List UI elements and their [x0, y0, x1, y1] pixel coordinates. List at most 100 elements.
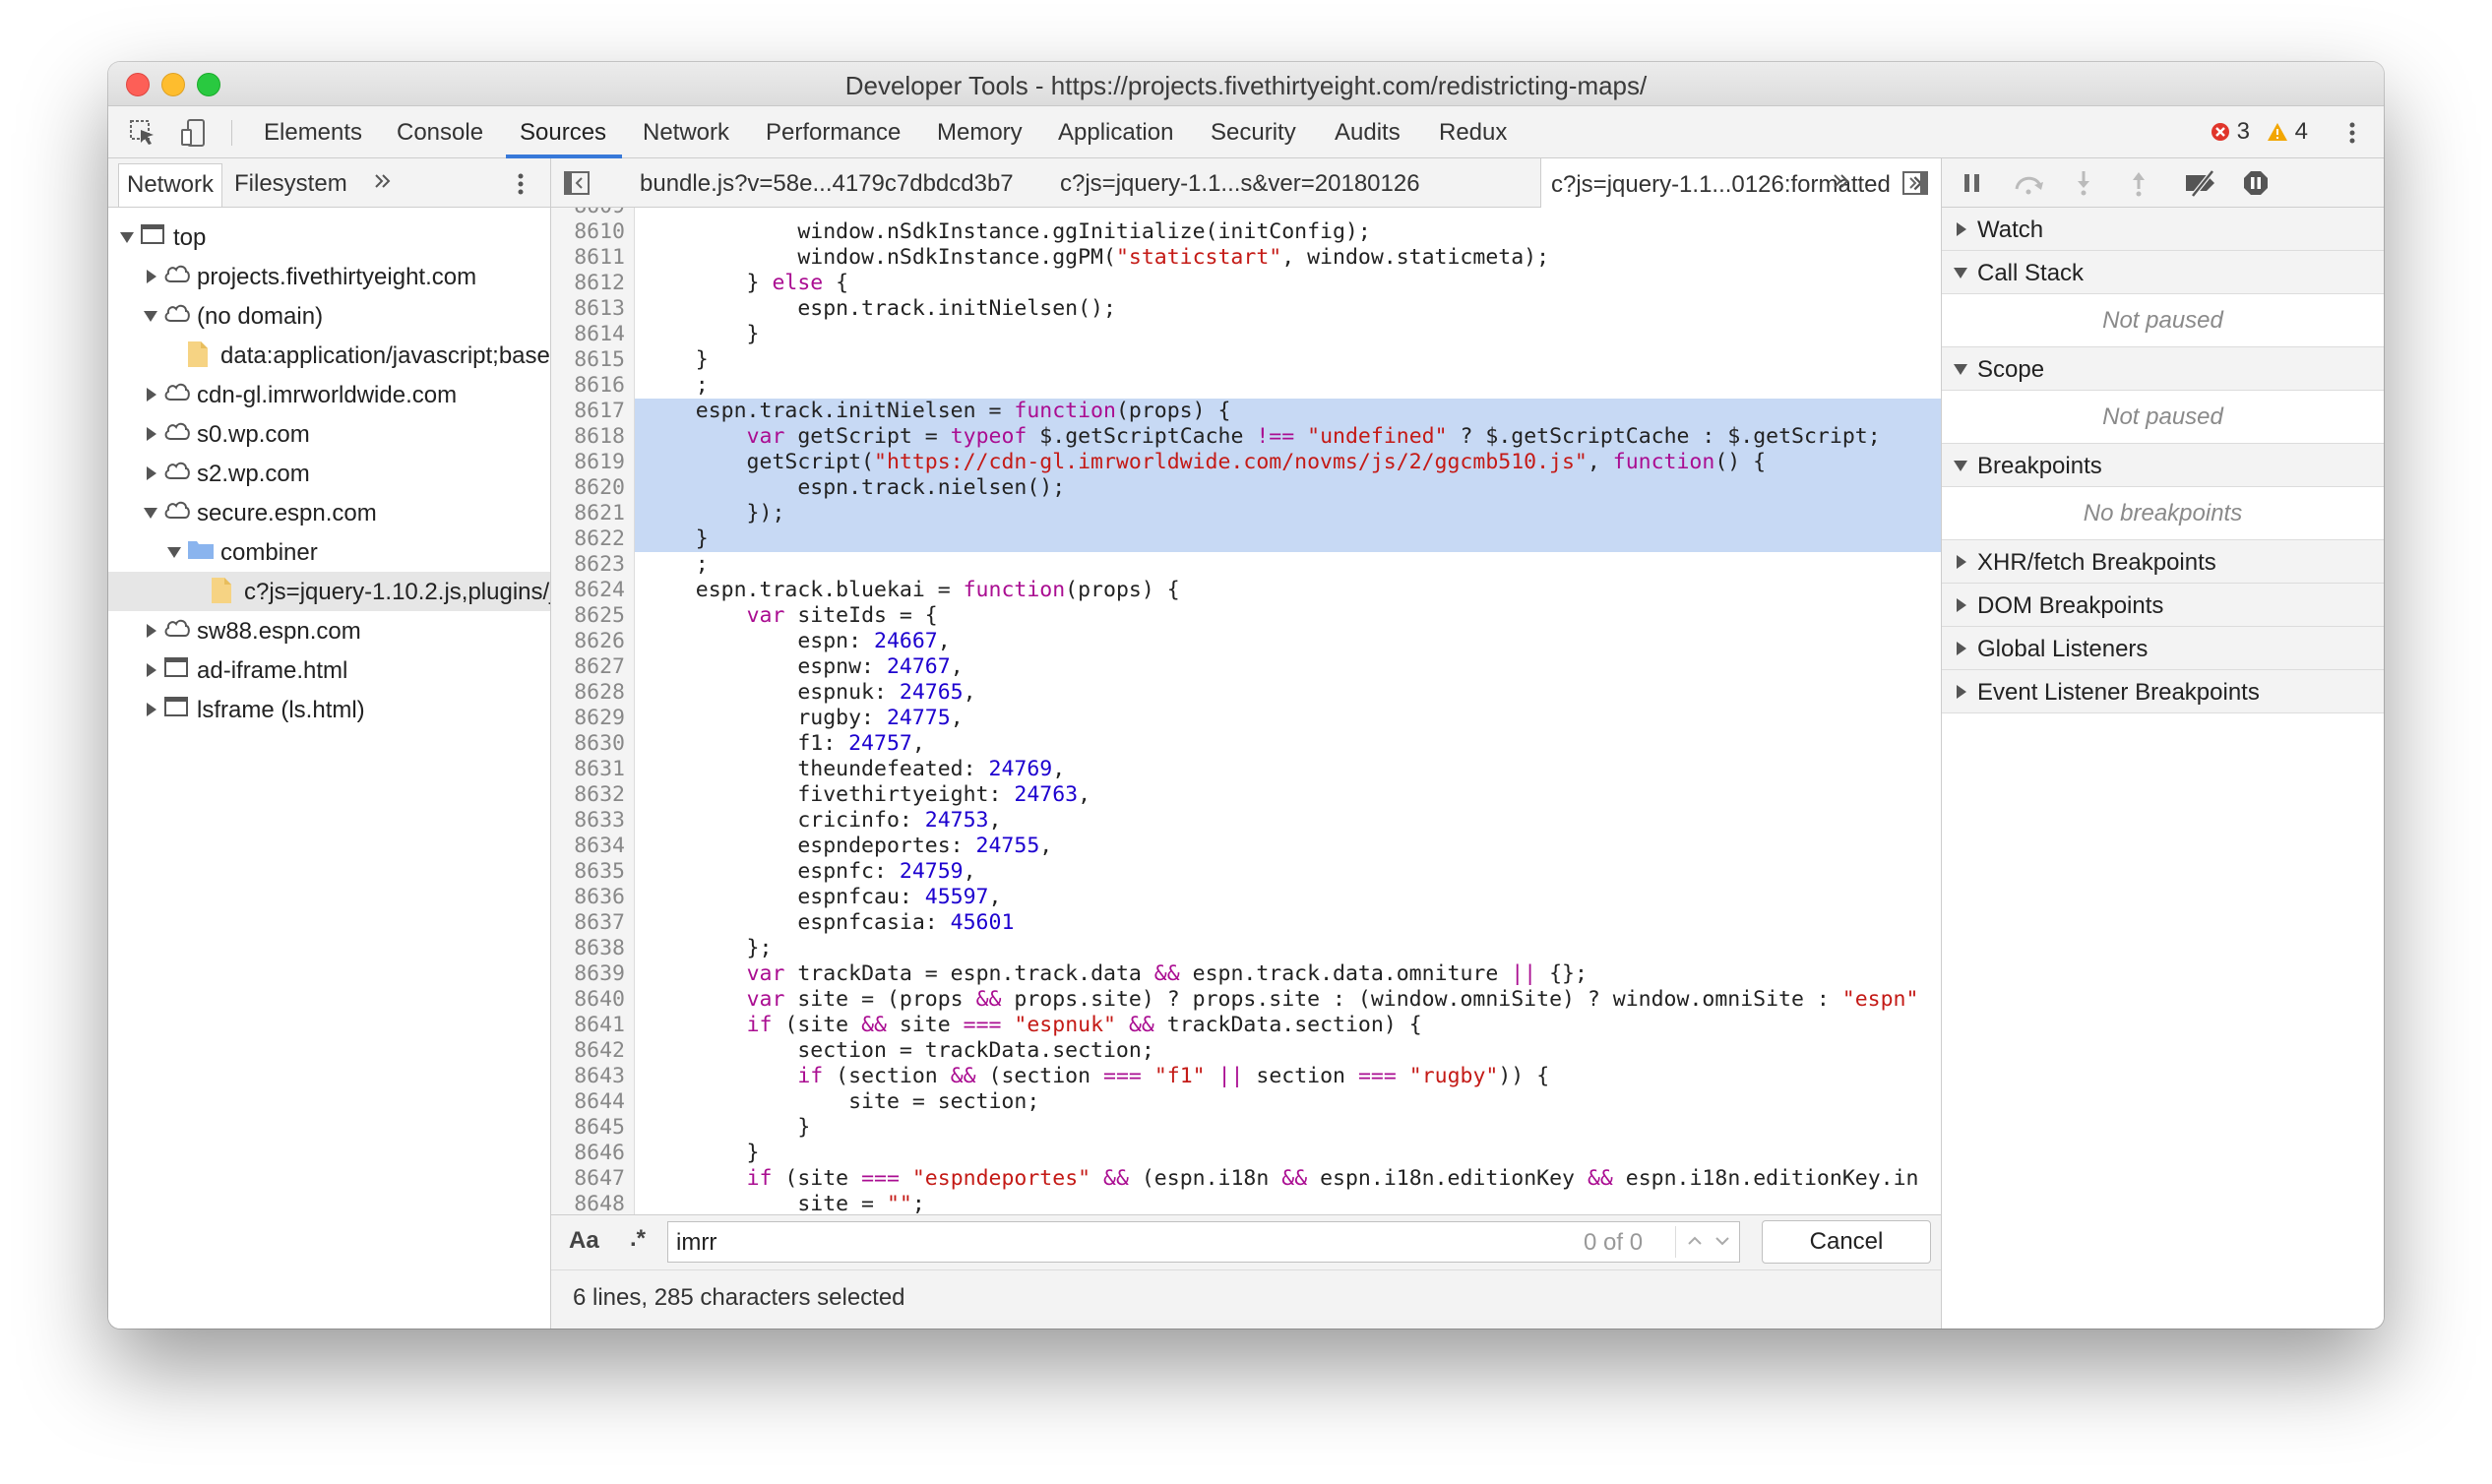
editor-tab-jquery-formatted[interactable]: c?js=jquery-1.1...0126:formatted ✕	[1540, 158, 1942, 208]
code-line[interactable]: 8636 espnfcau: 45597,	[551, 885, 1941, 910]
code-editor[interactable]: 8609 8610 window.nSdkInstance.ggInitiali…	[551, 208, 1941, 1214]
section-header[interactable]: Event Listener Breakpoints	[1942, 670, 2384, 713]
line-number[interactable]: 8623	[551, 552, 625, 578]
tab-elements[interactable]: Elements	[264, 119, 362, 147]
tree-item[interactable]: (no domain)	[108, 296, 550, 336]
code-line[interactable]: 8613 espn.track.initNielsen();	[551, 296, 1941, 322]
triangle-down-icon[interactable]	[142, 493, 161, 532]
section-header[interactable]: XHR/fetch Breakpoints	[1942, 540, 2384, 584]
line-number[interactable]: 8647	[551, 1166, 625, 1192]
tree-item[interactable]: s2.wp.com	[108, 454, 550, 493]
code-line[interactable]: 8631 theundefeated: 24769,	[551, 757, 1941, 782]
code-line[interactable]: 8626 espn: 24667,	[551, 629, 1941, 654]
line-number[interactable]: 8612	[551, 271, 625, 296]
error-counter[interactable]: 3	[2211, 118, 2250, 146]
tree-item[interactable]: lsframe (ls.html)	[108, 690, 550, 729]
editor-tab-jquery[interactable]: c?js=jquery-1.1...s&ver=20180126	[1060, 170, 1420, 198]
more-tabs-icon[interactable]	[372, 170, 394, 197]
tab-audits[interactable]: Audits	[1335, 119, 1401, 147]
line-number[interactable]: 8631	[551, 757, 625, 782]
code-line[interactable]: 8623 ;	[551, 552, 1941, 578]
triangle-right-icon[interactable]	[142, 375, 161, 414]
line-number[interactable]: 8621	[551, 501, 625, 526]
line-number[interactable]: 8622	[551, 526, 625, 552]
code-line[interactable]: 8610 window.nSdkInstance.ggInitialize(in…	[551, 219, 1941, 245]
chevron-up-icon[interactable]	[1686, 1230, 1704, 1257]
editor-tab-bundle[interactable]: bundle.js?v=58e...4179c7dbdcd3b7	[640, 170, 1014, 198]
line-number[interactable]: 8624	[551, 578, 625, 603]
tab-sources[interactable]: Sources	[520, 119, 606, 147]
triangle-down-icon[interactable]	[118, 217, 138, 257]
code-line[interactable]: 8620 espn.track.nielsen();	[551, 475, 1941, 501]
tree-item[interactable]: data:application/javascript;base	[108, 336, 550, 375]
line-number[interactable]: 8616	[551, 373, 625, 399]
line-number[interactable]: 8645	[551, 1115, 625, 1141]
tree-item[interactable]: c?js=jquery-1.10.2.js,plugins/j	[108, 572, 550, 611]
triangle-right-icon[interactable]	[142, 650, 161, 690]
step-into-icon[interactable]	[2074, 169, 2093, 202]
pause-on-exceptions-icon[interactable]	[2242, 169, 2270, 202]
code-line[interactable]: 8632 fivethirtyeight: 24763,	[551, 782, 1941, 808]
line-number[interactable]: 8638	[551, 936, 625, 961]
section-header[interactable]: Scope	[1942, 347, 2384, 391]
line-number[interactable]: 8617	[551, 399, 625, 424]
code-line[interactable]: 8637 espnfcasia: 45601	[551, 910, 1941, 936]
code-line[interactable]: 8639 var trackData = espn.track.data && …	[551, 961, 1941, 987]
tab-network[interactable]: Network	[643, 119, 729, 147]
code-line[interactable]: 8612 } else {	[551, 271, 1941, 296]
code-line[interactable]: 8617 espn.track.initNielsen = function(p…	[551, 399, 1941, 424]
warning-counter[interactable]: 4	[2267, 118, 2308, 146]
more-editor-tabs-icon[interactable]	[1831, 170, 1852, 197]
tab-network-navigator[interactable]: Network	[118, 163, 223, 207]
code-line[interactable]: 8616 ;	[551, 373, 1941, 399]
step-over-icon[interactable]	[2013, 171, 2046, 200]
step-out-icon[interactable]	[2129, 169, 2149, 202]
triangle-down-icon[interactable]	[165, 532, 185, 572]
tab-console[interactable]: Console	[397, 119, 483, 147]
triangle-right-icon[interactable]	[142, 690, 161, 729]
line-number[interactable]: 8611	[551, 245, 625, 271]
code-line[interactable]: 8618 var getScript = typeof $.getScriptC…	[551, 424, 1941, 450]
line-number[interactable]: 8636	[551, 885, 625, 910]
code-line[interactable]: 8625 var siteIds = {	[551, 603, 1941, 629]
line-number[interactable]: 8626	[551, 629, 625, 654]
code-line[interactable]: 8642 section = trackData.section;	[551, 1038, 1941, 1064]
code-line[interactable]: 8622 }	[551, 526, 1941, 552]
line-number[interactable]: 8648	[551, 1192, 625, 1214]
section-header[interactable]: DOM Breakpoints	[1942, 584, 2384, 627]
code-line[interactable]: 8627 espnw: 24767,	[551, 654, 1941, 680]
line-number[interactable]: 8646	[551, 1141, 625, 1166]
tree-item[interactable]: combiner	[108, 532, 550, 572]
line-number[interactable]: 8629	[551, 706, 625, 731]
tab-memory[interactable]: Memory	[937, 119, 1023, 147]
line-number[interactable]: 8637	[551, 910, 625, 936]
code-line[interactable]: 8640 var site = (props && props.site) ? …	[551, 987, 1941, 1013]
tab-filesystem[interactable]: Filesystem	[234, 170, 347, 198]
line-number[interactable]: 8639	[551, 961, 625, 987]
triangle-down-icon[interactable]	[142, 296, 161, 336]
code-line[interactable]: 8619 getScript("https://cdn-gl.imrworldw…	[551, 450, 1941, 475]
code-line[interactable]: 8648 site = "";	[551, 1192, 1941, 1214]
chevron-down-icon[interactable]	[1713, 1230, 1731, 1257]
section-header[interactable]: Call Stack	[1942, 251, 2384, 294]
inspect-element-icon[interactable]	[128, 118, 157, 148]
regex-toggle[interactable]: .*	[630, 1225, 646, 1253]
tab-performance[interactable]: Performance	[766, 119, 901, 147]
cancel-button[interactable]: Cancel	[1762, 1220, 1931, 1264]
line-number[interactable]: 8633	[551, 808, 625, 834]
line-number[interactable]: 8625	[551, 603, 625, 629]
triangle-right-icon[interactable]	[142, 454, 161, 493]
tab-application[interactable]: Application	[1058, 119, 1173, 147]
line-number[interactable]: 8642	[551, 1038, 625, 1064]
search-input[interactable]: imrr	[676, 1229, 716, 1257]
deactivate-breakpoints-icon[interactable]	[2183, 169, 2220, 202]
line-number[interactable]: 8618	[551, 424, 625, 450]
tree-item[interactable]: sw88.espn.com	[108, 611, 550, 650]
line-number[interactable]: 8643	[551, 1064, 625, 1089]
line-number[interactable]: 8628	[551, 680, 625, 706]
code-line[interactable]: 8644 site = section;	[551, 1089, 1941, 1115]
code-line[interactable]: 8643 if (section && (section === "f1" ||…	[551, 1064, 1941, 1089]
toggle-navigator-icon[interactable]	[563, 170, 591, 201]
tab-redux[interactable]: Redux	[1439, 119, 1507, 147]
triangle-right-icon[interactable]	[142, 611, 161, 650]
